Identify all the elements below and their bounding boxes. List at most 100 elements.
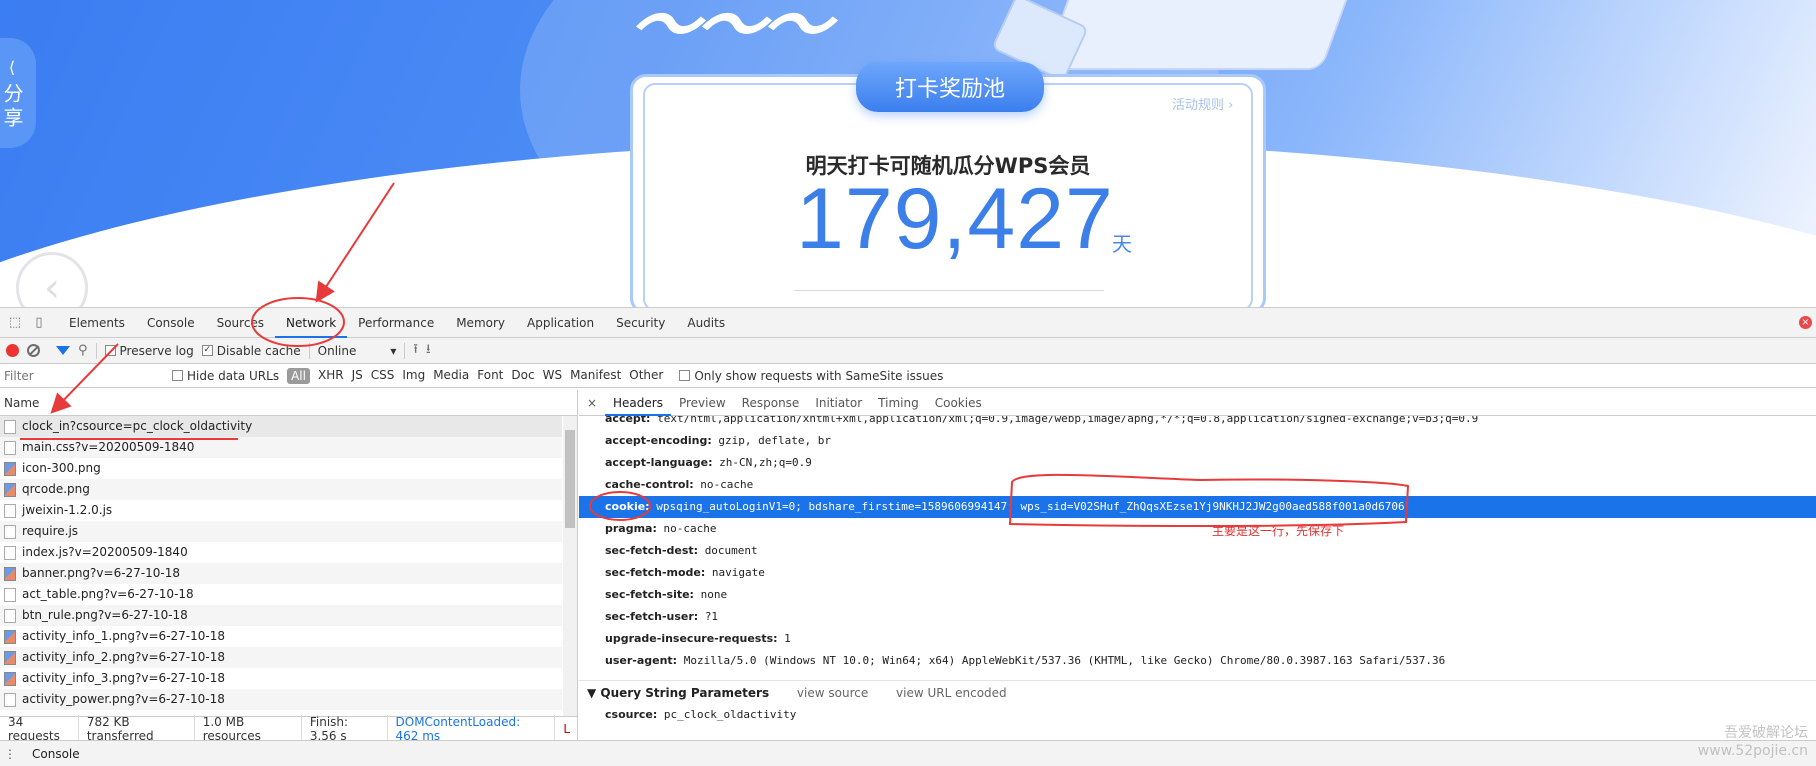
more-options-icon[interactable]: ⋮	[0, 747, 20, 761]
header-row[interactable]: cache-control: no-cache	[579, 474, 1816, 496]
detail-tab-headers[interactable]: Headers	[605, 390, 671, 416]
detail-tab-initiator[interactable]: Initiator	[807, 390, 870, 416]
search-icon[interactable]: ⚲	[78, 343, 88, 358]
drawer-tab-console[interactable]: Console	[20, 741, 92, 766]
toolbar-divider	[404, 342, 406, 359]
filter-type-xhr[interactable]: XHR	[318, 368, 344, 384]
view-source-link[interactable]: view source	[797, 686, 868, 700]
name-column-header[interactable]: Name	[0, 390, 577, 416]
filter-type-media[interactable]: Media	[433, 368, 469, 384]
image-file-icon	[4, 566, 16, 581]
header-row[interactable]: user-agent: Mozilla/5.0 (Windows NT 10.0…	[579, 650, 1816, 672]
inspect-element-icon[interactable]: ⬚	[6, 314, 24, 332]
request-list-scrollbar[interactable]	[563, 416, 577, 716]
filter-type-js[interactable]: JS	[352, 368, 363, 384]
tab-console[interactable]: Console	[136, 308, 206, 338]
filter-type-img[interactable]: Img	[402, 368, 425, 384]
image-file-icon	[4, 461, 16, 476]
filter-type-manifest[interactable]: Manifest	[570, 368, 621, 384]
header-row[interactable]: accept-language: zh-CN,zh;q=0.9	[579, 452, 1816, 474]
filter-icon[interactable]	[56, 346, 70, 355]
share-label: 分享	[0, 83, 24, 131]
header-value: document	[704, 544, 758, 557]
request-row[interactable]: activity_info_3.png?v=6-27-10-18	[0, 668, 562, 689]
request-row[interactable]: act_table.png?v=6-27-10-18	[0, 584, 562, 605]
header-row[interactable]: accept: text/html,application/xhtml+xml,…	[579, 416, 1816, 430]
header-key: upgrade-insecure-requests:	[605, 632, 778, 645]
detail-tab-response[interactable]: Response	[734, 390, 808, 416]
document-file-icon	[4, 545, 16, 560]
request-row[interactable]: activity_info_1.png?v=6-27-10-18	[0, 626, 562, 647]
tab-network[interactable]: Network	[275, 308, 348, 338]
header-row[interactable]: sec-fetch-mode: navigate	[579, 562, 1816, 584]
throttle-select[interactable]: Online ▾	[318, 344, 397, 358]
header-row[interactable]: sec-fetch-site: none	[579, 584, 1816, 606]
toolbar-divider	[308, 342, 310, 359]
header-value: no-cache	[663, 522, 717, 535]
preserve-log-checkbox[interactable]: Preserve log	[104, 343, 194, 358]
disable-cache-label: Disable cache	[216, 343, 301, 358]
device-toolbar-icon[interactable]: ▯	[30, 314, 48, 332]
header-row[interactable]: accept-encoding: gzip, deflate, br	[579, 430, 1816, 452]
tab-elements[interactable]: Elements	[58, 308, 136, 338]
header-key: sec-fetch-dest:	[605, 544, 699, 557]
filter-type-all[interactable]: All	[287, 367, 310, 384]
request-row[interactable]: activity_info_2.png?v=6-27-10-18	[0, 647, 562, 668]
header-value: zh-CN,zh;q=0.9	[719, 456, 812, 469]
record-icon[interactable]	[6, 344, 19, 357]
header-row[interactable]: upgrade-insecure-requests: 1	[579, 628, 1816, 650]
filter-type-ws[interactable]: WS	[543, 368, 562, 384]
request-row[interactable]: activity_power.png?v=6-27-10-18	[0, 689, 562, 710]
disable-cache-checkbox[interactable]: ✓ Disable cache	[201, 343, 301, 358]
request-row[interactable]: index.js?v=20200509-1840	[0, 542, 562, 563]
document-file-icon	[4, 524, 16, 539]
detail-tab-preview[interactable]: Preview	[671, 390, 734, 416]
devtools-tab-list: Elements Console Sources Network Performance…	[58, 308, 736, 338]
filter-type-doc[interactable]: Doc	[511, 368, 534, 384]
request-name: index.js?v=20200509-1840	[22, 545, 188, 559]
filter-input[interactable]	[0, 365, 164, 386]
filter-type-other[interactable]: Other	[629, 368, 663, 384]
clear-icon[interactable]	[27, 344, 40, 357]
request-row[interactable]: require.js	[0, 521, 562, 542]
request-row[interactable]: clock_in?csource=pc_clock_oldactivity	[0, 416, 562, 437]
request-name: activity_info_1.png?v=6-27-10-18	[22, 629, 225, 643]
request-row[interactable]: jweixin-1.2.0.js	[0, 500, 562, 521]
watermark-line2: www.52pojie.cn	[1697, 743, 1808, 759]
tab-audits[interactable]: Audits	[676, 308, 736, 338]
header-value: Mozilla/5.0 (Windows NT 10.0; Win64; x64…	[683, 654, 1446, 667]
cookie-header-row[interactable]: cookie: wpsqing_autoLoginV1=0; bdshare_f…	[579, 496, 1816, 518]
tab-security[interactable]: Security	[605, 308, 676, 338]
import-har-icon[interactable]: ⭱	[413, 340, 418, 362]
view-url-encoded-link[interactable]: view URL encoded	[896, 686, 1007, 700]
export-har-icon[interactable]: ⭳	[426, 340, 431, 362]
tab-application[interactable]: Application	[516, 308, 605, 338]
header-row[interactable]: pragma: no-cache	[579, 518, 1816, 540]
error-count-icon[interactable]: ×	[1799, 316, 1812, 329]
header-row[interactable]: sec-fetch-user: ?1	[579, 606, 1816, 628]
tab-performance[interactable]: Performance	[347, 308, 445, 338]
tab-sources[interactable]: Sources	[206, 308, 275, 338]
query-section-title: ▼ Query String Parameters	[587, 686, 770, 700]
request-row[interactable]: icon-300.png	[0, 458, 562, 479]
samesite-checkbox[interactable]: Only show requests with SameSite issues	[679, 369, 943, 383]
request-row[interactable]: btn_rule.png?v=6-27-10-18	[0, 605, 562, 626]
preserve-log-label: Preserve log	[119, 343, 194, 358]
header-row[interactable]: sec-fetch-dest: document	[579, 540, 1816, 562]
filter-type-css[interactable]: CSS	[371, 368, 395, 384]
request-row[interactable]: qrcode.png	[0, 479, 562, 500]
share-button[interactable]: ⟨ 分享	[0, 38, 36, 148]
filter-type-font[interactable]: Font	[477, 368, 503, 384]
detail-tab-list: Headers Preview Response Initiator Timing Coo…	[605, 390, 990, 416]
request-row[interactable]: main.css?v=20200509-1840	[0, 437, 562, 458]
hide-data-urls-checkbox[interactable]: Hide data URLs	[172, 369, 279, 383]
query-string-section[interactable]: ▼ Query String Parameters view source vi…	[579, 680, 1816, 704]
close-icon[interactable]: ×	[579, 396, 605, 410]
activity-rules-link[interactable]: 活动规则 ›	[1172, 94, 1233, 113]
header-value: no-cache	[700, 478, 754, 491]
request-list-pane: Name clock_in?csource=pc_clock_oldactivi…	[0, 390, 578, 743]
detail-tab-timing[interactable]: Timing	[870, 390, 927, 416]
detail-tab-cookies[interactable]: Cookies	[927, 390, 990, 416]
tab-memory[interactable]: Memory	[445, 308, 516, 338]
request-row[interactable]: banner.png?v=6-27-10-18	[0, 563, 562, 584]
